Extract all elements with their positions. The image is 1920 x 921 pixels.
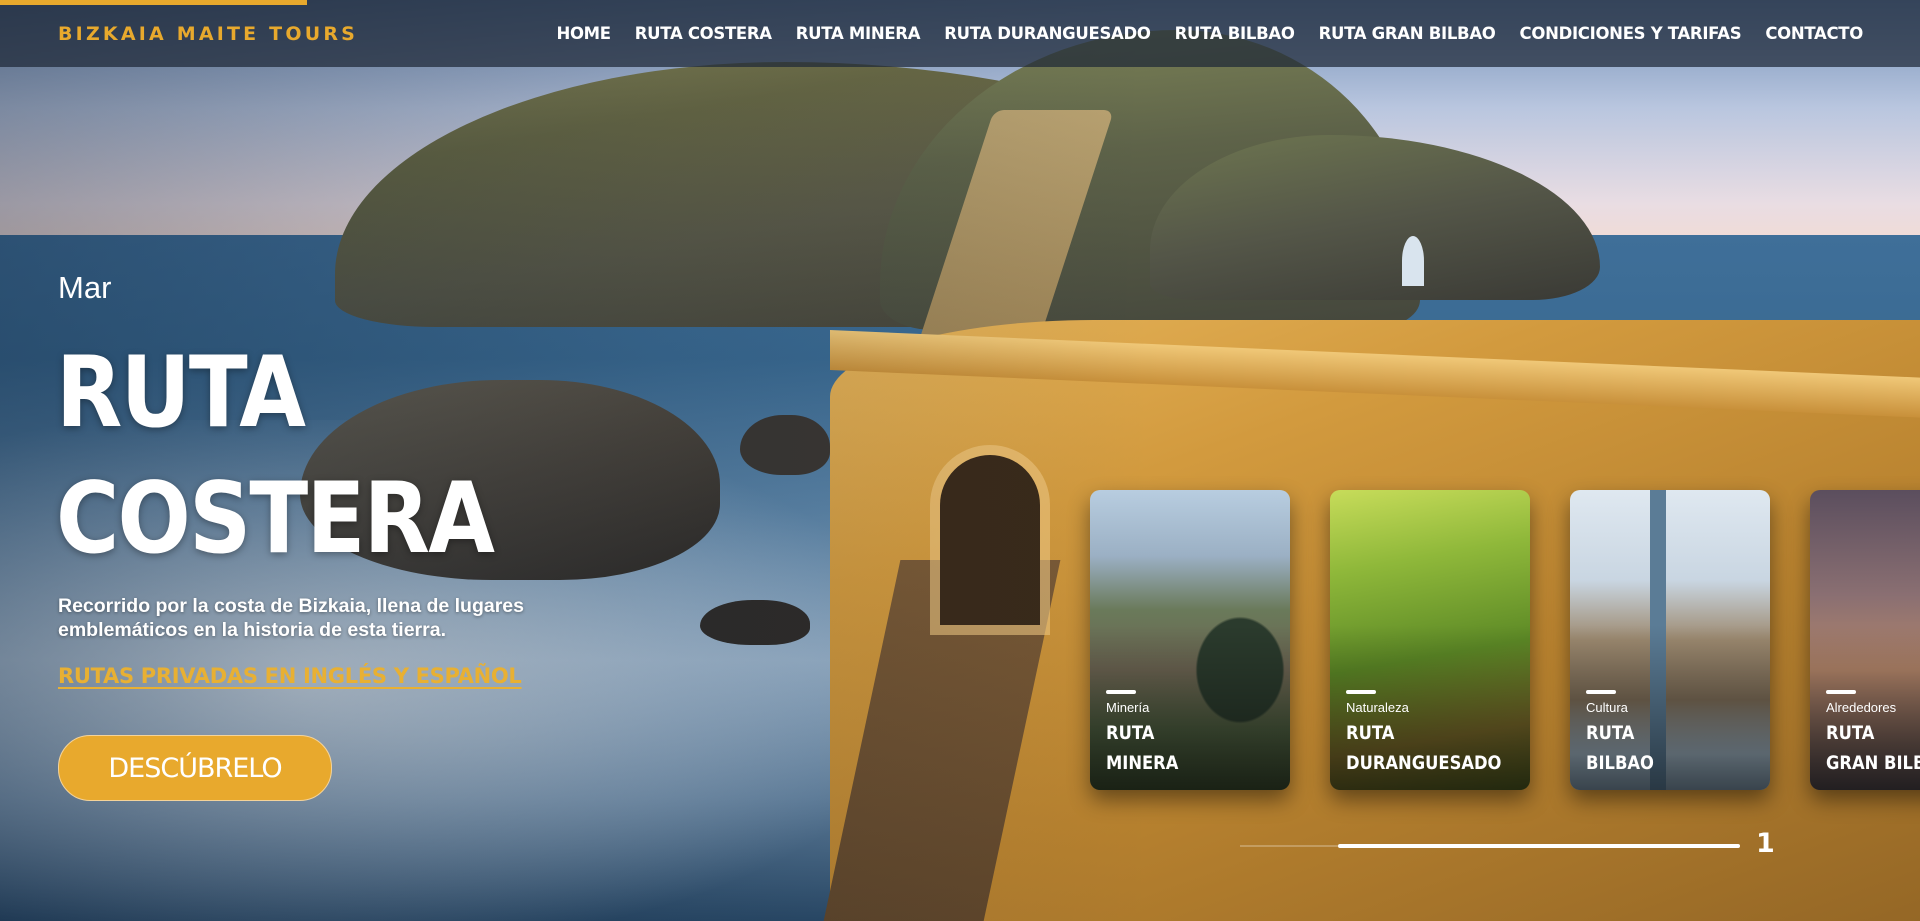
header-accent-bar [0,0,307,5]
card-title: RUTA GRAN BILBAO [1826,718,1920,778]
card-category: Alrededores [1826,700,1897,715]
card-title-line-1: RUTA [1586,722,1635,744]
nav-ruta-minera[interactable]: RUTA MINERA [796,24,921,43]
nav-ruta-costera[interactable]: RUTA COSTERA [635,24,772,43]
private-routes-link[interactable]: RUTAS PRIVADAS EN INGLÉS Y ESPAÑOL [58,664,522,688]
nav-home[interactable]: HOME [556,24,611,43]
nav-ruta-bilbao[interactable]: RUTA BILBAO [1175,24,1295,43]
nav-ruta-gran-bilbao[interactable]: RUTA GRAN BILBAO [1319,24,1496,43]
nav-contacto[interactable]: CONTACTO [1765,24,1863,43]
site-logo[interactable]: BIZKAIA MAITE TOURS [58,23,358,45]
card-category: Naturaleza [1346,700,1409,715]
card-title-line-1: RUTA [1106,722,1155,744]
hero-eyebrow: Mar [58,270,112,305]
hero-title: RUTA COSTERA [56,330,495,582]
card-dash [1826,690,1856,694]
nav-ruta-duranguesado[interactable]: RUTA DURANGUESADO [944,24,1151,43]
main-nav: HOME RUTA COSTERA RUTA MINERA RUTA DURAN… [556,24,1863,43]
card-title-line-2: GRAN BILBAO [1826,752,1920,774]
card-title: RUTA MINERA [1106,718,1261,778]
card-title-line-2: MINERA [1106,752,1179,774]
route-card-bilbao[interactable]: Cultura RUTA BILBAO [1570,490,1770,790]
slider-track [1240,845,1338,847]
slide-number: 1 [1756,828,1775,859]
nav-condiciones-tarifas[interactable]: CONDICIONES Y TARIFAS [1520,24,1742,43]
card-category: Minería [1106,700,1150,715]
discover-button[interactable]: DESCÚBRELO [58,735,332,801]
card-title-line-1: RUTA [1346,722,1395,744]
card-category: Cultura [1586,700,1628,715]
hero-title-line-1: RUTA [56,336,306,450]
route-card-gran-bilbao[interactable]: Alrededores RUTA GRAN BILBAO [1810,490,1920,790]
card-title: RUTA BILBAO [1586,718,1741,778]
card-dash [1346,690,1376,694]
hero-title-line-2: COSTERA [56,462,495,576]
card-dash [1106,690,1136,694]
card-dash [1586,690,1616,694]
route-card-minera[interactable]: Minería RUTA MINERA [1090,490,1290,790]
site-header: BIZKAIA MAITE TOURS HOME RUTA COSTERA RU… [0,0,1920,67]
card-title: RUTA DURANGUESADO [1346,718,1501,778]
slider-progress[interactable] [1338,844,1740,848]
card-title-line-2: DURANGUESADO [1346,752,1502,774]
route-card-duranguesado[interactable]: Naturaleza RUTA DURANGUESADO [1330,490,1530,790]
hero-description: Recorrido por la costa de Bizkaia, llena… [58,595,524,641]
card-title-line-2: BILBAO [1586,752,1654,774]
card-title-line-1: RUTA [1826,722,1875,744]
